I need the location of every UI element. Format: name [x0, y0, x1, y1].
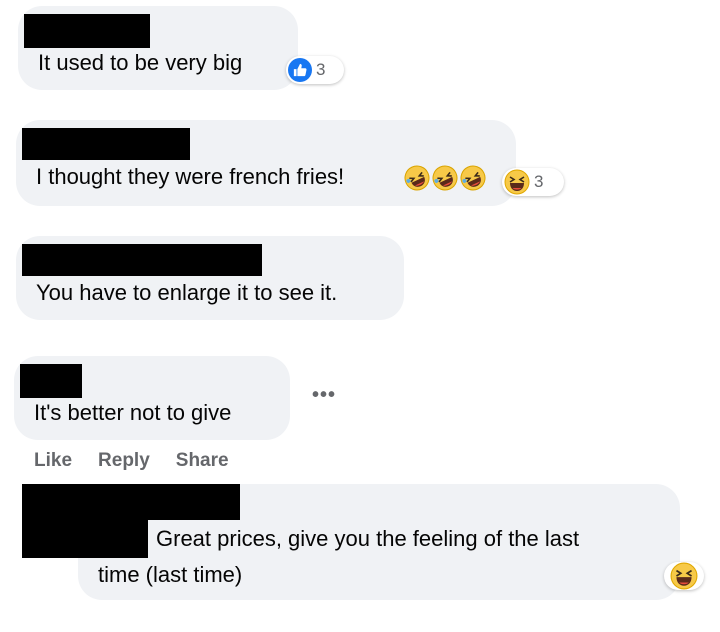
comment-text: It used to be very big: [38, 50, 243, 75]
comment-text: You have to enlarge it to see it.: [36, 280, 338, 305]
comment-text-line-2: time (last time): [98, 562, 243, 587]
comment-text: It's better not to give: [34, 400, 232, 425]
rolling-on-floor-laughing-icon: [432, 165, 458, 191]
share-button[interactable]: Share: [176, 450, 229, 472]
reaction-summary[interactable]: 3: [502, 168, 564, 196]
laughing-face-icon: [504, 169, 530, 195]
inline-emoji-group: [404, 165, 486, 191]
reply-button[interactable]: Reply: [98, 450, 150, 472]
ellipsis-icon[interactable]: •••: [312, 384, 336, 407]
redacted-author-name: [22, 484, 240, 520]
thumbs-up-icon: [288, 58, 312, 82]
reaction-summary[interactable]: 3: [286, 56, 344, 84]
redacted-author-name: [22, 128, 190, 160]
comment-text-line-1: Great prices, give you the feeling of th…: [156, 526, 580, 551]
redacted-author-name: [22, 520, 148, 558]
redacted-author-name: [22, 244, 262, 276]
comment-actions: Like Reply Share: [34, 450, 229, 472]
redacted-author-name: [20, 364, 82, 398]
rolling-on-floor-laughing-icon: [404, 165, 430, 191]
like-button[interactable]: Like: [34, 450, 72, 472]
comment-text: I thought they were french fries!: [36, 164, 345, 189]
rolling-on-floor-laughing-icon: [460, 165, 486, 191]
redacted-author-name: [24, 14, 150, 48]
reaction-summary[interactable]: [664, 562, 704, 590]
laughing-face-icon: [670, 562, 698, 590]
reaction-count: 3: [534, 172, 544, 191]
reaction-count: 3: [316, 60, 326, 79]
